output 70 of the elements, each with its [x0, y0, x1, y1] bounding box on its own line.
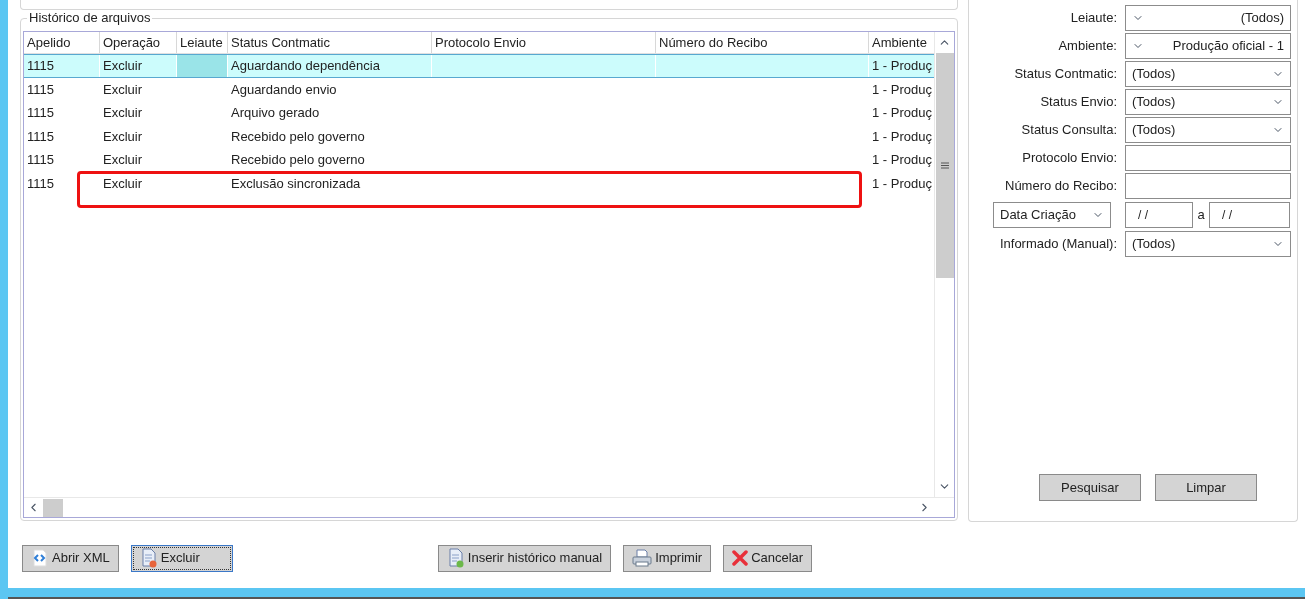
column-header[interactable]: Operação [100, 32, 177, 53]
dropdown[interactable]: (Todos) [1125, 5, 1291, 31]
table-cell: 1115 [27, 152, 54, 167]
dropdown[interactable]: (Todos) [1125, 61, 1291, 87]
table-cell: Excluir [103, 58, 142, 73]
table-cell: Excluir [103, 175, 142, 191]
table-cell: 1 - Produç [872, 128, 932, 144]
table-cell: 1 - Produç [872, 152, 932, 167]
table-cell: Recebido pelo governo [231, 128, 365, 144]
close-icon [732, 550, 749, 566]
date-type-dropdown[interactable]: Data Criação [993, 202, 1111, 228]
dropdown[interactable]: Produção oficial - 1 [1125, 33, 1291, 59]
table-cell: 1115 [27, 81, 54, 97]
table-cell: 1115 [27, 175, 54, 191]
dropdown[interactable]: (Todos) [1125, 231, 1291, 257]
filter-label: Ambiente: [1057, 37, 1117, 56]
dropdown[interactable]: (Todos) [1125, 89, 1291, 115]
filter-label: Status Contmatic: [1013, 65, 1117, 84]
action-button[interactable]: Imprimir [623, 544, 712, 572]
action-button[interactable]: Excluir [130, 544, 233, 572]
filter-label: Status Envio: [1039, 93, 1117, 112]
table-cell: 1 - Produç [872, 81, 932, 97]
table-cell: Exclusão sincronizada [231, 175, 361, 191]
table-cell: Excluir [103, 105, 142, 120]
table-cell: Aguardando envio [231, 81, 337, 97]
table-cell: 1 - Produç [872, 175, 932, 191]
blurred-cell [177, 55, 227, 77]
scroll-thumb[interactable] [935, 53, 954, 278]
scroll-thumb[interactable] [43, 498, 63, 517]
filter-label: Informado (Manual): [998, 235, 1117, 254]
table-cell: Arquivo gerado [231, 105, 320, 120]
date-field[interactable]: / / [1125, 202, 1193, 228]
action-button[interactable]: Inserir histórico manual [437, 544, 612, 572]
code-icon [31, 549, 49, 567]
table-cell: 1115 [27, 105, 54, 120]
vertical-scrollbar[interactable] [934, 32, 954, 497]
table-cell: 1115 [27, 128, 54, 144]
column-header[interactable]: Leiaute [177, 32, 228, 53]
filter-label: Status Consulta: [1020, 121, 1117, 140]
group-title: Histórico de arquivos [27, 11, 153, 24]
column-header[interactable]: Protocolo Envio [432, 32, 656, 53]
text-field[interactable] [1125, 173, 1291, 199]
printer-icon [632, 549, 653, 567]
table-cell: Excluir [103, 81, 142, 97]
filter-label: Número do Recibo: [1004, 177, 1117, 196]
table-cell: Recebido pelo governo [231, 152, 365, 167]
document-delete-badge-icon [139, 548, 158, 568]
column-header[interactable]: Status Contmatic [228, 32, 432, 53]
action-button[interactable]: Abrir XML [22, 544, 119, 572]
table-row[interactable]: 1115 Excluir Aguardando dependência 1 - Produç [24, 54, 934, 78]
filter-label: Protocolo Envio: [1021, 149, 1117, 168]
table-cell: 1 - Produç [872, 105, 932, 120]
table-cell: Excluir [103, 152, 142, 167]
table-cell: Aguardando dependência [231, 58, 380, 73]
grip-icon [940, 162, 949, 169]
table-cell: Excluir [103, 128, 142, 144]
range-separator: a [1196, 206, 1206, 225]
column-header[interactable]: Apelido [24, 32, 100, 53]
dropdown[interactable]: (Todos) [1125, 117, 1291, 143]
filter-label: Leiaute: [1069, 9, 1117, 28]
filter-button[interactable]: Limpar [1155, 474, 1257, 501]
text-field[interactable] [1125, 145, 1291, 171]
table-cell: 1 - Produç [872, 58, 932, 73]
filter-button[interactable]: Pesquisar [1039, 474, 1141, 501]
table-cell: 1115 [27, 58, 54, 73]
action-button[interactable]: Cancelar [723, 544, 813, 572]
horizontal-scrollbar[interactable] [24, 497, 954, 517]
document-add-badge-icon [446, 548, 465, 568]
column-header[interactable]: Número do Recibo [656, 32, 869, 53]
date-field[interactable]: / / [1209, 202, 1290, 228]
